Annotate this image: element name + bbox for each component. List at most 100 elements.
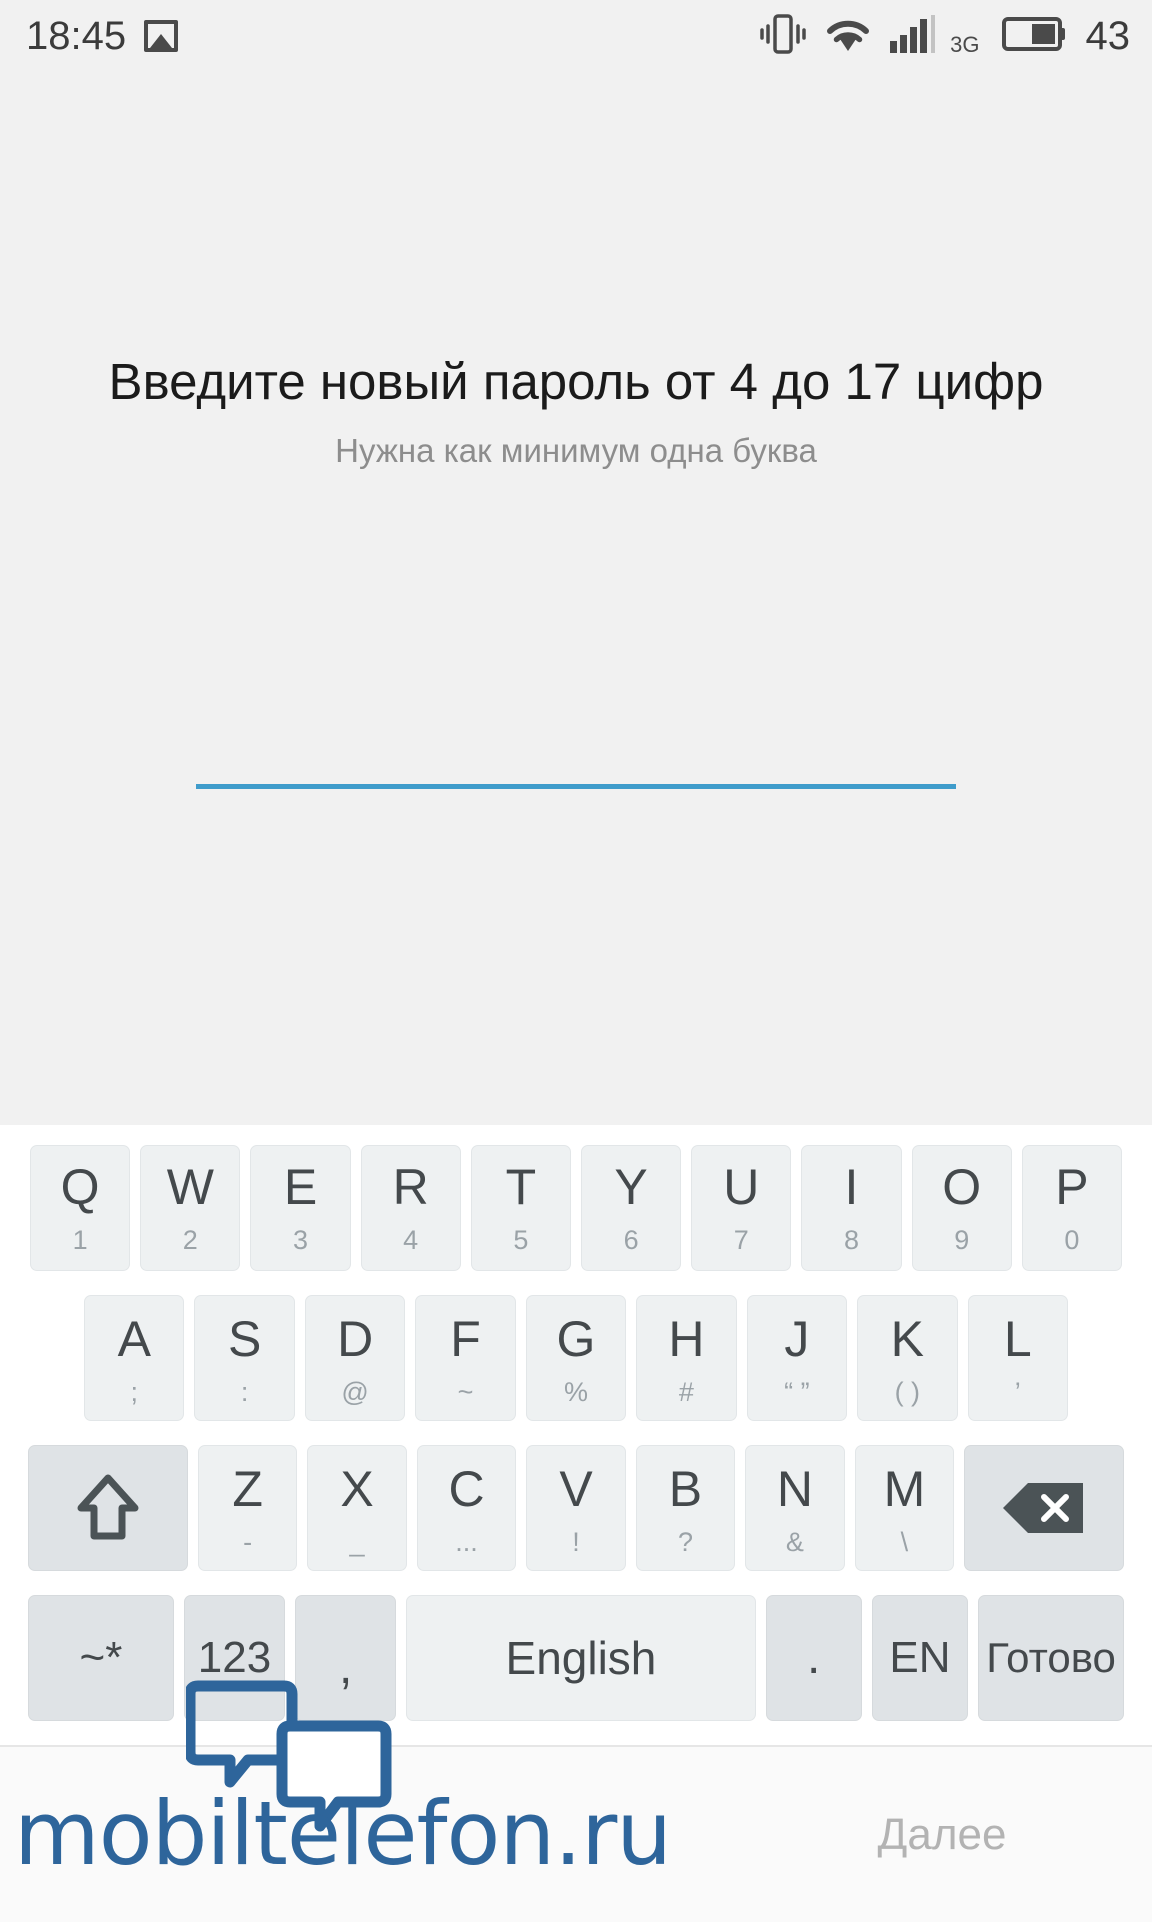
key-j[interactable]: J “ ” (746, 1295, 848, 1421)
key-sublabel: % (563, 1376, 588, 1407)
key-label: D (337, 1311, 374, 1367)
key-n[interactable]: N & (745, 1445, 845, 1571)
key-label: , (339, 1641, 353, 1694)
key-sublabel: 3 (292, 1224, 308, 1255)
key-label: E (283, 1159, 318, 1215)
key-label: I (844, 1159, 859, 1215)
on-screen-keyboard: Q 1 W 2 E 3 R 4 T 5 Y 6 U 7 I 8 O 9 P 0 … (0, 1125, 1152, 1745)
key-i[interactable]: I 8 (801, 1145, 902, 1271)
key-label: T (505, 1159, 537, 1215)
bottom-bar: Далее (0, 1745, 1152, 1922)
key-period[interactable]: . (765, 1595, 862, 1721)
key-sublabel: ~ (457, 1376, 474, 1407)
key-sublabel: 5 (513, 1224, 529, 1255)
keyboard-row-2: A ; S : D @ F ~ G % H # J “ ” K () L ’ (0, 1295, 1152, 1421)
key-label: F (450, 1311, 481, 1367)
key-c[interactable]: C ... (416, 1445, 517, 1571)
key-label: K (890, 1311, 924, 1367)
key-sublabel: ... (455, 1526, 478, 1557)
key-label: W (166, 1159, 214, 1215)
key-k[interactable]: K ( ) (857, 1295, 958, 1421)
key-label: U (723, 1159, 760, 1215)
key-sublabel: _ (349, 1526, 365, 1557)
key-sublabel: : (240, 1376, 249, 1407)
key-done[interactable]: Готово (978, 1595, 1124, 1721)
key-label: L (1003, 1311, 1032, 1367)
key-sublabel: & (785, 1526, 804, 1557)
3g-icon: 3G (950, 32, 980, 57)
key-y[interactable]: Y 6 (581, 1145, 682, 1271)
key-e[interactable]: E 3 (250, 1145, 351, 1271)
status-clock: 18:45 (26, 14, 127, 58)
key-v[interactable]: V ! (526, 1445, 626, 1571)
key-o[interactable]: O 9 (911, 1145, 1012, 1271)
key-label: X (340, 1461, 374, 1517)
key-label: Q (60, 1159, 100, 1215)
content-area: Введите новый пароль от 4 до 17 цифр Нуж… (0, 72, 1152, 1125)
key-language-switch[interactable]: EN (871, 1595, 969, 1721)
key-symbols[interactable]: ~* (28, 1595, 174, 1721)
wifi-icon (822, 13, 874, 60)
key-sublabel: 2 (182, 1224, 198, 1255)
key-label: V (559, 1461, 593, 1517)
key-sublabel: 1 (72, 1224, 88, 1255)
key-label: . (807, 1631, 821, 1684)
key-label: Готово (986, 1634, 1116, 1681)
key-backspace[interactable] (964, 1445, 1125, 1571)
shift-icon (77, 1472, 139, 1544)
key-d[interactable]: D @ (304, 1295, 406, 1421)
backspace-icon (1001, 1479, 1087, 1537)
key-space[interactable]: English (406, 1595, 756, 1721)
status-bar: 18:45 3G 43 (0, 0, 1152, 72)
key-sublabel: ( ) (894, 1376, 921, 1407)
key-label: G (556, 1311, 596, 1367)
key-label: O (942, 1159, 982, 1215)
key-label: P (1055, 1159, 1089, 1215)
key-sublabel: 6 (623, 1224, 639, 1255)
key-m[interactable]: M \ (854, 1445, 955, 1571)
key-w[interactable]: W 2 (140, 1145, 241, 1271)
keyboard-row-1: Q 1 W 2 E 3 R 4 T 5 Y 6 U 7 I 8 O 9 P 0 (0, 1145, 1152, 1271)
key-f[interactable]: F ~ (415, 1295, 516, 1421)
page-title: Введите новый пароль от 4 до 17 цифр (108, 353, 1044, 410)
battery-icon (1001, 14, 1066, 59)
key-u[interactable]: U 7 (691, 1145, 792, 1271)
key-label: C (448, 1461, 485, 1517)
key-r[interactable]: R 4 (360, 1145, 461, 1271)
key-x[interactable]: X _ (307, 1445, 407, 1571)
next-button[interactable]: Далее (732, 1747, 1152, 1922)
key-comma[interactable]: , (295, 1595, 397, 1721)
key-numbers[interactable]: 123 (183, 1595, 286, 1721)
key-label: J (784, 1311, 810, 1367)
status-bar-left: 18:45 (26, 14, 179, 58)
key-label: EN (889, 1633, 951, 1682)
key-t[interactable]: T 5 (470, 1145, 571, 1271)
key-s[interactable]: S : (194, 1295, 295, 1421)
key-q[interactable]: Q 1 (29, 1145, 131, 1271)
key-label: H (668, 1311, 705, 1367)
key-sublabel: - (243, 1526, 253, 1557)
key-b[interactable]: B ? (635, 1445, 736, 1571)
key-sublabel: 9 (954, 1224, 970, 1255)
key-sublabel: 7 (733, 1224, 749, 1255)
key-sublabel: 4 (403, 1224, 419, 1255)
signal-bars-icon (890, 13, 944, 60)
key-z[interactable]: Z - (197, 1445, 298, 1571)
key-sublabel: ; (130, 1376, 138, 1407)
password-input[interactable] (196, 712, 956, 789)
key-g[interactable]: G % (525, 1295, 627, 1421)
key-sublabel: \ (900, 1526, 909, 1557)
vibrate-icon (760, 12, 806, 61)
key-label: R (392, 1159, 429, 1215)
key-l[interactable]: L ’ (967, 1295, 1068, 1421)
key-label: Y (614, 1159, 648, 1215)
key-label: S (228, 1311, 262, 1367)
key-p[interactable]: P 0 (1021, 1145, 1123, 1271)
key-h[interactable]: H # (636, 1295, 737, 1421)
key-sublabel: ? (677, 1526, 693, 1557)
key-label: M (883, 1461, 926, 1517)
key-a[interactable]: A ; (84, 1295, 185, 1421)
key-shift[interactable] (27, 1445, 188, 1571)
key-label: English (505, 1632, 657, 1684)
status-bar-right: 3G 43 (760, 12, 1130, 61)
